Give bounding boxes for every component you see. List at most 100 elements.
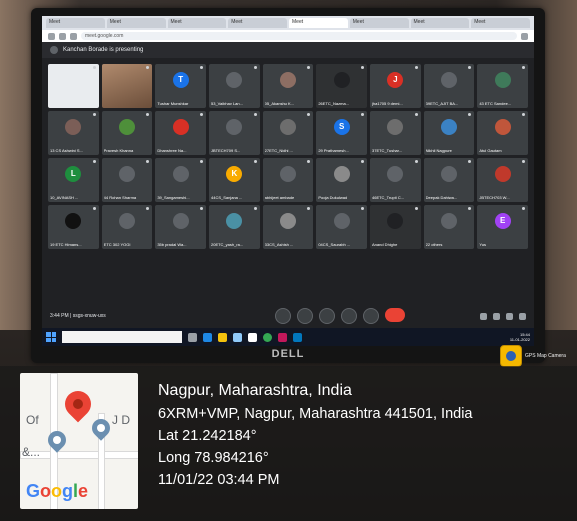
participant-avatar: T	[172, 72, 189, 88]
participant-tile[interactable]: 26ETC_Nazma...	[316, 64, 367, 108]
participant-avatar	[333, 72, 350, 88]
monitor-screen: Meet Meet Meet Meet Meet Meet Meet Meet …	[42, 16, 534, 346]
participant-tile[interactable]: Deepak Dahiwa...	[423, 158, 475, 202]
browser-tab[interactable]: Meet	[349, 18, 409, 28]
participant-tile[interactable]: Atul Gautam	[477, 111, 528, 155]
location-title: Nagpur, Maharashtra, India	[158, 382, 352, 399]
browser-tab[interactable]: Meet	[46, 18, 105, 28]
participant-name: 05_Akanshu K...	[264, 101, 295, 106]
participant-tile[interactable]: 53_Vaibhav Lan...	[209, 64, 260, 108]
store-icon[interactable]	[233, 332, 242, 342]
participant-name: JBTECH709 S...	[211, 148, 241, 153]
forward-icon[interactable]	[59, 32, 66, 40]
participant-tile[interactable]: 22 others	[423, 205, 475, 249]
camera-button[interactable]	[297, 308, 313, 324]
participant-avatar	[279, 166, 296, 182]
participant-avatar: K	[226, 166, 243, 182]
info-icon[interactable]	[480, 312, 487, 320]
participant-tile[interactable]: Pooja Dukulwad	[316, 158, 367, 202]
participant-name: 04CS_Saurabh ...	[318, 242, 351, 247]
participant-tile[interactable]: 46ETC_Trupti C...	[370, 158, 421, 202]
participant-avatar	[387, 119, 404, 135]
participant-tile[interactable]: E Yus	[477, 205, 528, 249]
edge-icon[interactable]	[203, 332, 212, 342]
participant-tile[interactable]: 37ETC_Tushar...	[370, 111, 421, 155]
mic-muted-icon	[468, 207, 472, 210]
task-view-icon[interactable]	[188, 332, 197, 342]
participant-tile[interactable]: abhijeet ambade	[262, 158, 314, 202]
participant-name: 20ETC_yash_ra...	[211, 242, 244, 247]
participant-avatar	[333, 213, 350, 229]
app-icon[interactable]	[278, 332, 287, 342]
participant-tile[interactable]: Pravesh Khanna	[101, 111, 153, 155]
file-explorer-icon[interactable]	[218, 332, 227, 342]
participant-tile[interactable]: 05_Akanshu K...	[262, 64, 314, 108]
mic-muted-icon	[200, 66, 203, 69]
browser-tab[interactable]: Meet	[167, 18, 227, 28]
participant-avatar	[440, 213, 457, 229]
participant-tile[interactable]: 39ETC_AJIT BA...	[423, 64, 475, 108]
map-pin-icon	[59, 385, 97, 423]
participant-tile[interactable]: 44 Rohan Sharma	[101, 158, 153, 202]
participant-tile[interactable]: 19 ETC Himans...	[48, 205, 99, 249]
captions-button[interactable]	[319, 308, 335, 324]
participant-tile[interactable]	[48, 64, 99, 108]
participant-tile[interactable]: ETC 302 YOGI	[101, 205, 153, 249]
windows-start-icon[interactable]	[46, 332, 56, 342]
activities-icon[interactable]	[519, 312, 526, 320]
participant-tile[interactable]: JBTECH709 S...	[209, 111, 260, 155]
url-field[interactable]: meet.google.com	[81, 32, 517, 40]
end-call-button[interactable]	[385, 308, 405, 322]
more-options-button[interactable]	[363, 308, 379, 324]
participant-tile[interactable]: 35b pradal Wa...	[155, 205, 206, 249]
participant-tile[interactable]: 13 CS Ashwini S...	[48, 111, 99, 155]
participant-tile[interactable]: S 29 Prathamesh...	[316, 111, 367, 155]
mail-icon[interactable]	[248, 332, 257, 342]
browser-tab[interactable]: Meet	[106, 18, 166, 28]
participant-tile[interactable]: K 44CS_Sanjana ...	[209, 158, 260, 202]
mic-muted-icon	[361, 66, 364, 69]
participant-tile[interactable]: 33CS_Ashish ...	[262, 205, 314, 249]
participant-tile[interactable]: Dhanshree Na...	[155, 111, 206, 155]
participant-tile[interactable]	[101, 64, 153, 108]
chrome-icon[interactable]	[263, 332, 272, 342]
participant-tile[interactable]: JBTECH703 W...	[477, 158, 528, 202]
present-button[interactable]	[341, 308, 357, 324]
participant-tile[interactable]: 20ETC_yash_ra...	[209, 205, 260, 249]
participant-name: Pooja Dukulwad	[318, 195, 348, 200]
app-icon[interactable]	[293, 332, 302, 342]
location-datetime: 11/01/22 03:44 PM	[158, 472, 280, 488]
mic-muted-icon	[361, 113, 364, 116]
participant-name: Yus	[479, 242, 486, 247]
browser-tab[interactable]: Meet	[410, 18, 470, 28]
participant-name: 53_Vaibhav Lan...	[211, 101, 243, 106]
mic-muted-icon	[146, 160, 150, 163]
browser-tab[interactable]: Meet	[228, 18, 287, 28]
participant-tile[interactable]: 39_Sangameshi...	[155, 158, 206, 202]
participant-tile[interactable]: Anand Dhighe	[370, 205, 421, 249]
chat-icon[interactable]	[506, 312, 513, 320]
participant-name: Pravesh Khanna	[103, 148, 134, 153]
mic-muted-icon	[92, 160, 96, 163]
back-icon[interactable]	[48, 32, 55, 40]
taskbar-clock[interactable]: 15:44 11-01-2022	[510, 332, 530, 342]
participant-tile[interactable]: Nikhil Nagpure	[423, 111, 475, 155]
participant-tile[interactable]: Jjha1705 9 demi...	[370, 64, 421, 108]
participant-tile[interactable]: 27ETC_Nidhi ...	[262, 111, 314, 155]
participant-avatar	[172, 119, 189, 135]
participant-tile[interactable]: T Tushar Munshkar	[155, 64, 206, 108]
participant-tile[interactable]: L 10_AVINASH ...	[48, 158, 99, 202]
mic-muted-icon	[522, 66, 525, 69]
browser-tab[interactable]: Meet	[471, 18, 530, 28]
mic-button[interactable]	[275, 308, 291, 324]
mic-muted-icon	[253, 113, 257, 116]
people-icon[interactable]	[493, 312, 500, 320]
reload-icon[interactable]	[70, 32, 77, 40]
participant-avatar	[226, 119, 243, 135]
taskbar-search[interactable]	[62, 331, 182, 343]
participant-tile[interactable]: 43 ETC Sandee...	[477, 64, 528, 108]
participant-tile[interactable]: 04CS_Saurabh ...	[316, 205, 367, 249]
browser-tab-active[interactable]: Meet	[289, 18, 348, 28]
participant-avatar	[65, 213, 82, 229]
extensions-icon[interactable]	[521, 32, 528, 40]
